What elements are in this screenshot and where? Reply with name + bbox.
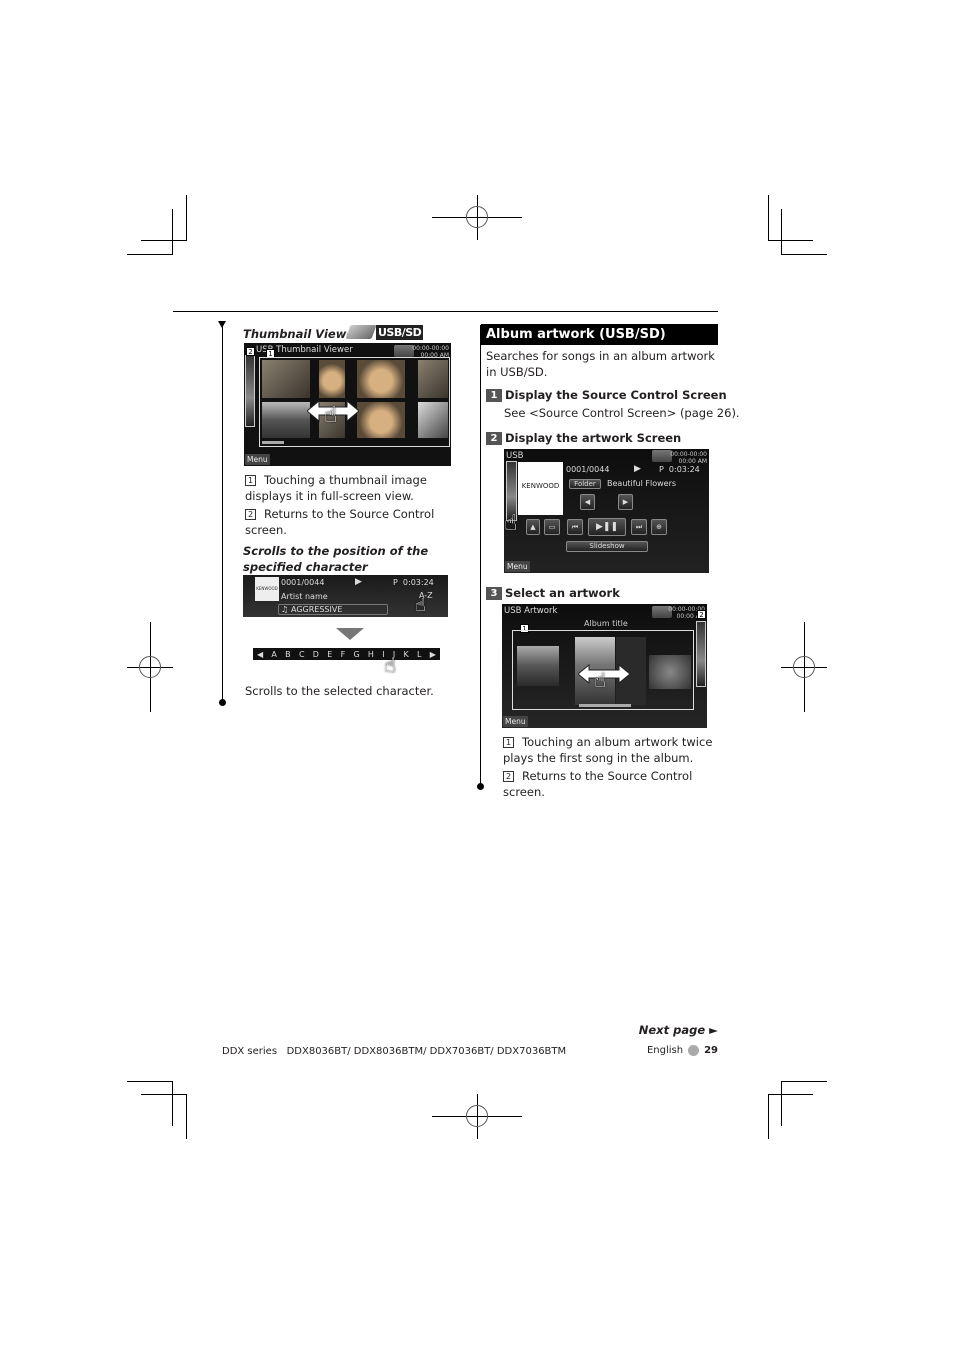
- callout-2: 2: [697, 610, 706, 619]
- scroll-indicator[interactable]: [579, 704, 631, 707]
- genre-bar: ♫ AGGRESSIVE: [278, 604, 388, 615]
- eject-button[interactable]: ▲: [526, 519, 540, 535]
- letter-button[interactable]: B: [285, 650, 291, 659]
- clock: 00:00-00:00 00:00 AM: [670, 451, 707, 465]
- page-dot-icon: [688, 1045, 700, 1056]
- music-note-icon: ♫: [281, 605, 289, 614]
- note-2: 2 Returns to the Source Control screen.: [245, 507, 435, 537]
- touch-hand-icon: ☝: [384, 653, 397, 677]
- thumbnail-viewer-heading: Thumbnail Viewer: [243, 327, 360, 341]
- thumbnail-image[interactable]: [418, 360, 448, 398]
- touch-hand-icon: ☝: [324, 403, 338, 428]
- play-icon: ▶: [355, 577, 362, 587]
- album-art: KENWOOD: [255, 577, 279, 601]
- artwork-image[interactable]: [649, 655, 691, 689]
- usb-stick-icon: [345, 325, 377, 339]
- letter-button[interactable]: E: [327, 650, 332, 659]
- footer-series: DDX series DDX8036BT/ DDX8036BTM/ DDX703…: [222, 1046, 567, 1057]
- repeat-button[interactable]: ⊕: [651, 519, 667, 535]
- track-number: 0001/0044: [281, 578, 325, 587]
- back-button[interactable]: [652, 450, 672, 462]
- play-icon: ▶: [634, 464, 641, 474]
- scroll-heading: Scrolls to the position of the specified…: [243, 544, 429, 574]
- prev-arrow-icon[interactable]: ◀: [257, 650, 263, 659]
- next-folder-button[interactable]: ▶: [618, 494, 633, 510]
- next-page-link[interactable]: Next page ►: [639, 1023, 718, 1037]
- touch-hand-icon: ☝: [415, 595, 426, 616]
- menu-button[interactable]: Menu: [503, 716, 528, 727]
- alphabet-bar[interactable]: ◀ A B C D E F G H I J K L ▶: [253, 648, 440, 660]
- source-return-bar[interactable]: [245, 355, 255, 427]
- artwork-note-2: 2 Returns to the Source Control screen.: [503, 769, 693, 799]
- thumbnail-image[interactable]: [262, 402, 310, 438]
- header-rule: [173, 311, 718, 312]
- artwork-image[interactable]: [517, 646, 559, 686]
- usb-sd-badge: USB/SD: [345, 323, 424, 341]
- down-arrow-icon: [336, 628, 364, 640]
- footer-page-info: English 29: [646, 1045, 718, 1056]
- menu-button[interactable]: Menu: [245, 454, 270, 465]
- touch-hand-icon: ☝: [504, 511, 518, 536]
- thumbnail-image[interactable]: [262, 360, 310, 398]
- artwork-note-1: 1 Touching an album artwork twice plays t…: [503, 735, 713, 765]
- scroll-indicator[interactable]: [262, 441, 284, 444]
- screen-title: USB: [506, 451, 524, 461]
- screen-title: USB Artwork: [504, 606, 558, 616]
- artwork-screen: USB Artwork 00:00-00:00 00:00 AM Album t…: [502, 604, 707, 728]
- play-time: P 0:03:24: [393, 578, 434, 587]
- next-arrow-icon[interactable]: ▶: [430, 650, 436, 659]
- letter-button[interactable]: A: [271, 650, 276, 659]
- source-control-screen: USB 00:00-00:00 00:00 AM KENWOOD 0001/00…: [504, 449, 709, 573]
- thumbnail-viewer-screen: USB Thumbnail Viewer 00:00-00:00 00:00 A…: [244, 343, 451, 466]
- thumbnail-image[interactable]: [319, 360, 345, 398]
- slideshow-button[interactable]: Slideshow: [566, 541, 648, 552]
- thumbnail-image[interactable]: [418, 402, 448, 438]
- song-title: Beautiful Flowers: [607, 479, 677, 488]
- folder-list-button[interactable]: ▭: [544, 519, 560, 535]
- section-title: Album artwork (USB/SD): [481, 324, 718, 345]
- next-track-button[interactable]: ⏭: [631, 519, 647, 535]
- touch-hand-icon: ☝: [594, 668, 607, 692]
- letter-button[interactable]: F: [341, 650, 346, 659]
- right-triangle-icon: ►: [709, 1023, 718, 1037]
- letter-button[interactable]: K: [403, 650, 408, 659]
- artist-name: Artist name: [281, 592, 328, 601]
- step-2: 2 Display the artwork Screen: [486, 430, 681, 446]
- back-button[interactable]: [394, 345, 414, 357]
- folder-button[interactable]: Folder: [569, 479, 601, 489]
- step-1: 1 Display the Source Control Screen: [486, 387, 727, 403]
- note-1: 1 Touching a thumbnail image displays it …: [245, 473, 427, 503]
- section-intro: Searches for songs in an album artwork i…: [486, 349, 715, 379]
- track-number: 0001/0044: [566, 465, 610, 474]
- source-screen-mini: KENWOOD 0001/0044 ▶ P 0:03:24 Artist nam…: [243, 575, 448, 617]
- scroll-caption: Scrolls to the selected character.: [245, 684, 434, 698]
- step-1-detail: See <Source Control Screen> (page 26).: [504, 406, 740, 420]
- letter-button[interactable]: L: [417, 650, 421, 659]
- play-pause-button[interactable]: ▶❚❚: [588, 518, 626, 536]
- prev-folder-button[interactable]: ◀: [580, 494, 595, 510]
- step-3: 3 Select an artwork: [486, 585, 620, 601]
- callout-2: 2: [246, 347, 255, 356]
- letter-button[interactable]: C: [299, 650, 305, 659]
- thumbnail-image[interactable]: [357, 360, 405, 398]
- thumbnail-image[interactable]: [357, 402, 405, 438]
- source-return-bar[interactable]: [696, 621, 706, 687]
- letter-button[interactable]: G: [353, 650, 359, 659]
- album-title: Album title: [584, 619, 628, 628]
- letter-button[interactable]: D: [313, 650, 319, 659]
- letter-button[interactable]: H: [368, 650, 374, 659]
- album-art: KENWOOD: [518, 462, 563, 515]
- menu-button[interactable]: Menu: [505, 561, 530, 572]
- play-time: P 0:03:24: [659, 465, 700, 474]
- previous-track-button[interactable]: ⏮: [567, 519, 583, 535]
